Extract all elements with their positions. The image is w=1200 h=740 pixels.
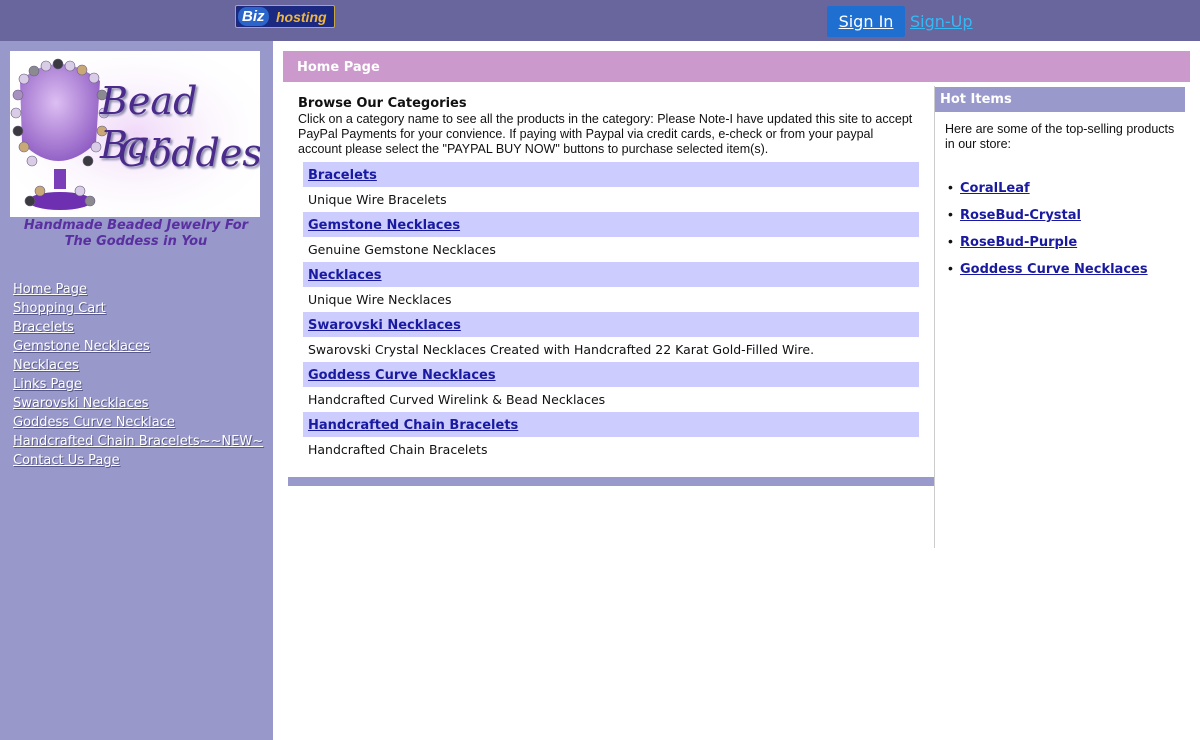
store-tagline: Handmade Beaded Jewelry For The Goddess … xyxy=(23,218,249,249)
category-row: Bracelets xyxy=(303,162,919,187)
hot-item-link-rosebud-crystal[interactable]: RoseBud-Crystal xyxy=(960,208,1081,223)
brand-title-line2: Goddess xyxy=(118,131,260,175)
sidebar-item-contact-us: Contact Us Page xyxy=(13,451,263,470)
bizhosting-logo[interactable]: Biz hosting xyxy=(235,5,335,28)
sidebar-link-links-page[interactable]: Links Page xyxy=(13,377,82,392)
sign-in-button[interactable]: Sign In xyxy=(827,6,905,37)
sidebar-item-links-page: Links Page xyxy=(13,375,263,394)
hot-item-link-coralleaf[interactable]: CoralLeaf xyxy=(960,181,1030,196)
category-link-handcrafted-chain-bracelets[interactable]: Handcrafted Chain Bracelets xyxy=(308,418,518,433)
logo-hosting-text: hosting xyxy=(276,9,327,25)
category-description: Handcrafted Curved Wirelink & Bead Neckl… xyxy=(308,392,606,407)
section-heading: Browse Our Categories xyxy=(298,96,467,111)
category-link-gemstone-necklaces[interactable]: Gemstone Necklaces xyxy=(308,218,460,233)
sidebar-link-home[interactable]: Home Page xyxy=(13,282,87,297)
sidebar-nav: Home Page Shopping Cart Bracelets Gemsto… xyxy=(13,280,263,470)
sidebar: Bead Bar Goddess Handmade Beaded Jewelry… xyxy=(0,41,273,740)
sign-up-link[interactable]: Sign-Up xyxy=(910,12,973,32)
page-title-bar: Home Page xyxy=(283,51,1190,82)
category-link-goddess-curve-necklaces[interactable]: Goddess Curve Necklaces xyxy=(308,368,496,383)
intro-text: Click on a category name to see all the … xyxy=(298,112,913,156)
bullet-icon: • xyxy=(948,260,953,276)
sidebar-link-handcrafted-chain-bracelets[interactable]: Handcrafted Chain Bracelets~~NEW~ xyxy=(13,434,263,449)
category-description: Unique Wire Bracelets xyxy=(308,192,447,207)
category-row: Necklaces xyxy=(303,262,919,287)
category-row: Handcrafted Chain Bracelets xyxy=(303,412,919,437)
sidebar-item-swarovski-necklaces: Swarovski Necklaces xyxy=(13,394,263,413)
store-banner[interactable]: Bead Bar Goddess xyxy=(10,51,260,217)
category-description: Genuine Gemstone Necklaces xyxy=(308,242,496,257)
bullet-icon: • xyxy=(948,179,953,195)
sidebar-item-bracelets: Bracelets xyxy=(13,318,263,337)
category-description: Unique Wire Necklaces xyxy=(308,292,452,307)
category-list: Bracelets Unique Wire Bracelets Gemstone… xyxy=(303,162,919,462)
logo-biz-text: Biz xyxy=(238,7,269,26)
list-item: • RoseBud-Purple xyxy=(948,231,1148,258)
sidebar-item-goddess-curve-necklace: Goddess Curve Necklace xyxy=(13,413,263,432)
hot-items-header: Hot Items xyxy=(935,87,1185,112)
sidebar-item-necklaces: Necklaces xyxy=(13,356,263,375)
category-description: Swarovski Crystal Necklaces Created with… xyxy=(308,342,815,357)
category-link-necklaces[interactable]: Necklaces xyxy=(308,268,382,283)
sidebar-link-bracelets[interactable]: Bracelets xyxy=(13,320,74,335)
category-description: Handcrafted Chain Bracelets xyxy=(308,442,488,457)
list-item: • Goddess Curve Necklaces xyxy=(948,258,1148,285)
sidebar-link-goddess-curve-necklace[interactable]: Goddess Curve Necklace xyxy=(13,415,175,430)
hot-items-list: • CoralLeaf • RoseBud-Crystal • RoseBud-Pur… xyxy=(948,177,1148,285)
sidebar-item-shopping-cart: Shopping Cart xyxy=(13,299,263,318)
category-row: Swarovski Necklaces xyxy=(303,312,919,337)
bullet-icon: • xyxy=(948,233,953,249)
sidebar-item-handcrafted-chain-bracelets: Handcrafted Chain Bracelets~~NEW~ xyxy=(13,432,263,451)
hot-item-link-goddess-curve-necklaces[interactable]: Goddess Curve Necklaces xyxy=(960,262,1148,277)
sidebar-link-swarovski-necklaces[interactable]: Swarovski Necklaces xyxy=(13,396,149,411)
sidebar-link-shopping-cart[interactable]: Shopping Cart xyxy=(13,301,106,316)
sidebar-item-gemstone-necklaces: Gemstone Necklaces xyxy=(13,337,263,356)
sidebar-link-contact-us[interactable]: Contact Us Page xyxy=(13,453,120,468)
category-link-bracelets[interactable]: Bracelets xyxy=(308,168,377,183)
hot-item-link-rosebud-purple[interactable]: RoseBud-Purple xyxy=(960,235,1077,250)
column-divider xyxy=(934,86,935,548)
list-item: • CoralLeaf xyxy=(948,177,1148,204)
sidebar-item-home: Home Page xyxy=(13,280,263,299)
bullet-icon: • xyxy=(948,206,953,222)
category-row: Gemstone Necklaces xyxy=(303,212,919,237)
category-row: Goddess Curve Necklaces xyxy=(303,362,919,387)
sidebar-link-necklaces[interactable]: Necklaces xyxy=(13,358,79,373)
category-link-swarovski-necklaces[interactable]: Swarovski Necklaces xyxy=(308,318,461,333)
content-footer-bar xyxy=(288,477,934,486)
sidebar-link-gemstone-necklaces[interactable]: Gemstone Necklaces xyxy=(13,339,150,354)
list-item: • RoseBud-Crystal xyxy=(948,204,1148,231)
categories-section: Browse Our Categories Click on a categor… xyxy=(288,95,933,457)
hot-items-intro: Here are some of the top-selling product… xyxy=(945,122,1175,151)
top-bar: Biz hosting Sign In Sign-Up xyxy=(0,0,1200,41)
